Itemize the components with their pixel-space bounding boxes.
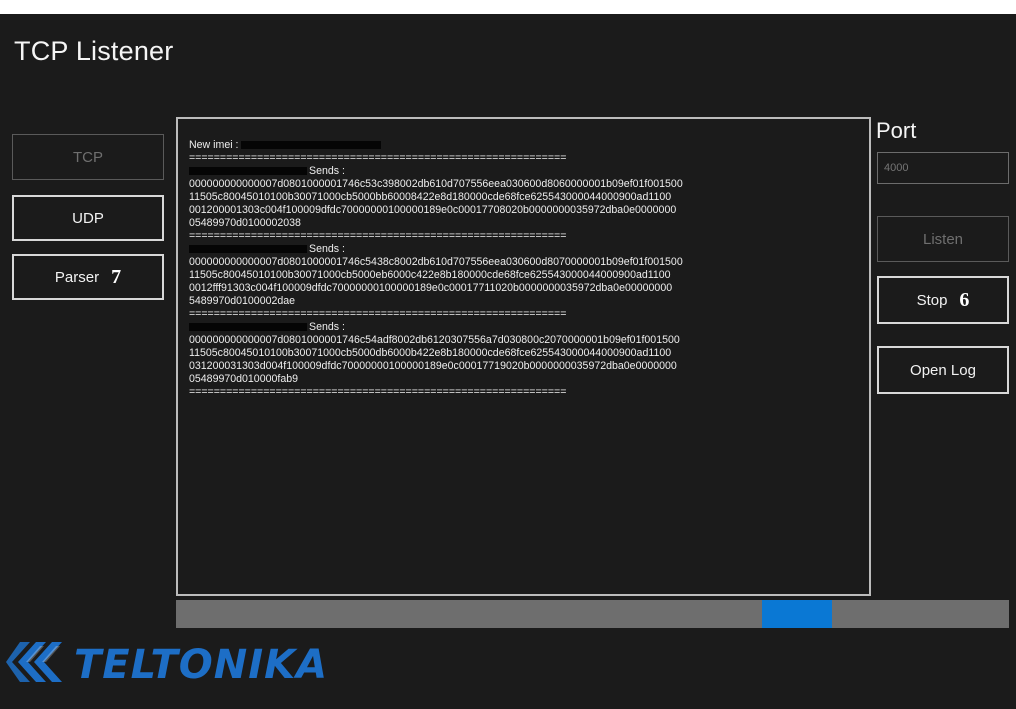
udp-button[interactable]: UDP <box>12 195 164 241</box>
app-window: TCP Listener TCP UDP Parser 7 New imei :… <box>0 14 1016 709</box>
progress-indicator <box>762 600 832 628</box>
log-line: New imei : <box>189 139 869 152</box>
progress-bar <box>176 600 1009 628</box>
log-data-line: 11505c80045010100b30071000cb5000bb600084… <box>189 191 672 203</box>
log-line: Sends : <box>189 321 869 334</box>
redacted-address <box>189 167 307 176</box>
tcp-button-label: TCP <box>73 148 103 166</box>
log-data-line: 11505c80045010100b30071000cb5000eb6000c4… <box>189 269 671 281</box>
log-data-line: 000000000000007d0801000001746c54adf8002d… <box>189 334 680 346</box>
stop-button-label: Stop <box>916 291 948 309</box>
teltonika-logo: TELTONIKA <box>6 638 328 691</box>
log-separator: ========================================… <box>189 386 567 398</box>
log-data-line: 5489970d0100002dae <box>189 295 296 307</box>
log-data-line: 001200001303c004f100009dfdc7000000010000… <box>189 204 677 216</box>
listen-button[interactable]: Listen <box>877 216 1009 262</box>
log-separator: ========================================… <box>189 308 567 320</box>
redacted-address <box>189 323 307 332</box>
log-data-line: 05489970d010000fab9 <box>189 373 298 385</box>
log-data-line: 000000000000007d0801000001746c5438c8002d… <box>189 256 683 268</box>
parser-callout-number: 7 <box>111 265 122 288</box>
open-log-button[interactable]: Open Log <box>877 346 1009 394</box>
logo-text: TELTONIKA <box>74 641 329 688</box>
log-separator: ========================================… <box>189 152 567 164</box>
tcp-button[interactable]: TCP <box>12 134 164 180</box>
log-data-line: 000000000000007d0801000001746c53c398002d… <box>189 178 683 190</box>
udp-button-label: UDP <box>72 209 104 227</box>
log-data-line: 0012fff91303c004f100009dfdc7000000010000… <box>189 282 673 294</box>
open-log-button-label: Open Log <box>910 361 976 379</box>
log-line: Sends : <box>189 243 869 256</box>
log-data-line: 031200031303d004f100009dfdc7000000010000… <box>189 360 677 372</box>
port-label: Port <box>876 118 917 143</box>
parser-button[interactable]: Parser 7 <box>12 254 164 300</box>
log-line: Sends : <box>189 165 869 178</box>
stop-button[interactable]: Stop 6 <box>877 276 1009 324</box>
redacted-address <box>189 245 307 254</box>
teltonika-chevrons-icon <box>6 638 72 691</box>
log-data-line: 05489970d0100002038 <box>189 217 301 229</box>
port-input[interactable] <box>877 152 1009 184</box>
stop-callout-number: 6 <box>959 288 970 311</box>
parser-button-label: Parser <box>54 268 100 286</box>
log-data-line: 11505c80045010100b30071000cb5000db6000b4… <box>189 347 672 359</box>
listen-button-label: Listen <box>922 230 964 248</box>
log-separator: ========================================… <box>189 230 567 242</box>
redacted-imei <box>241 141 382 150</box>
window-title: TCP Listener <box>14 36 174 66</box>
log-output[interactable]: New imei : =============================… <box>176 117 871 596</box>
